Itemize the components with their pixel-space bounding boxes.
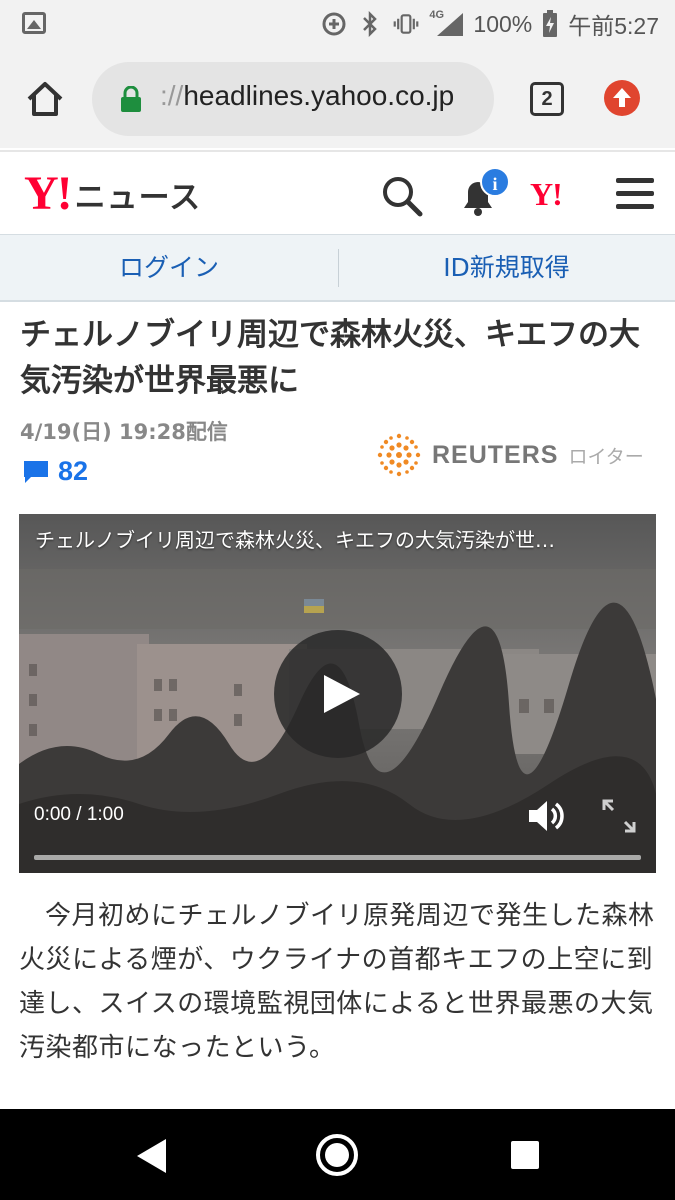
recents-icon[interactable] xyxy=(511,1141,539,1169)
yahoo-top-link[interactable]: Y! xyxy=(530,176,563,213)
home-icon[interactable] xyxy=(24,78,66,120)
register-link[interactable]: ID新規取得 xyxy=(338,235,675,301)
home-circle-icon[interactable] xyxy=(316,1134,358,1176)
publish-date: 4/19(日) 19:28配信 xyxy=(20,420,228,444)
yahoo-news-logo[interactable]: Y! ニュース xyxy=(24,170,201,218)
url-text: ://headlines.yahoo.co.jp xyxy=(160,80,454,112)
battery-text: 100% xyxy=(473,10,533,37)
network-label: 4G xyxy=(429,9,445,21)
video-progress-bar[interactable] xyxy=(34,855,641,860)
article-headline: チェルノブイリ周辺で森林火災、キエフの大気汚染が世界最悪に xyxy=(20,317,640,399)
vibrate-icon xyxy=(393,11,419,37)
status-bar: 4G 100% 午前5:27 xyxy=(0,0,675,48)
comment-link[interactable]: 82 xyxy=(22,456,88,487)
video-player[interactable]: チェルノブイリ周辺で森林火災、キエフの大気汚染が世… 0:00 / 1:00 xyxy=(19,514,656,873)
status-icons: 4G 100% 午前5:27 xyxy=(321,8,659,40)
update-icon[interactable] xyxy=(604,80,640,116)
tabs-icon[interactable]: 2 xyxy=(530,82,564,116)
current-time: 0:00 xyxy=(34,804,71,825)
data-saver-icon xyxy=(321,11,347,37)
comment-count: 82 xyxy=(58,456,89,486)
logo-text: ニュース xyxy=(74,179,202,216)
logo-mark: Y! xyxy=(24,167,73,220)
source-kana: ロイター xyxy=(568,445,644,468)
site-header: Y! ニュース i Y! xyxy=(0,150,675,234)
url-host: headlines.yahoo.co.jp xyxy=(183,80,455,111)
time-separator: / xyxy=(76,804,82,825)
volume-icon[interactable] xyxy=(525,796,565,836)
video-title: チェルノブイリ周辺で森林火災、キエフの大気汚染が世… xyxy=(35,528,555,552)
image-icon xyxy=(22,12,46,34)
article-body: 今月初めにチェルノブイリ原発周辺で発生した森林火災による煙が、ウクライナの首都キ… xyxy=(19,901,655,1063)
notification-badge: i xyxy=(480,167,510,197)
address-bar[interactable]: ://headlines.yahoo.co.jp xyxy=(92,62,494,136)
bluetooth-icon xyxy=(357,11,383,37)
account-bar: ログイン ID新規取得 xyxy=(0,234,675,302)
url-scheme: :// xyxy=(160,80,184,111)
source-logo[interactable]: REUTERS ロイター xyxy=(376,432,644,478)
fullscreen-icon[interactable] xyxy=(601,798,637,834)
source-name: REUTERS xyxy=(432,440,559,469)
lock-icon xyxy=(120,85,142,112)
comment-icon xyxy=(24,460,48,483)
menu-icon[interactable] xyxy=(616,178,654,210)
search-icon[interactable] xyxy=(380,174,424,218)
back-icon[interactable] xyxy=(134,1137,168,1179)
time-display: 0:00 / 1:00 xyxy=(34,804,124,826)
clock: 午前5:27 xyxy=(568,13,659,39)
login-link[interactable]: ログイン xyxy=(0,235,338,301)
browser-toolbar: ://headlines.yahoo.co.jp 2 xyxy=(0,48,675,148)
system-nav-bar xyxy=(0,1109,675,1200)
play-icon[interactable] xyxy=(274,630,402,758)
duration: 1:00 xyxy=(86,804,124,825)
signal-icon: 4G xyxy=(429,9,464,37)
battery-charging-icon xyxy=(542,10,558,37)
reuters-logo-icon xyxy=(377,433,421,477)
